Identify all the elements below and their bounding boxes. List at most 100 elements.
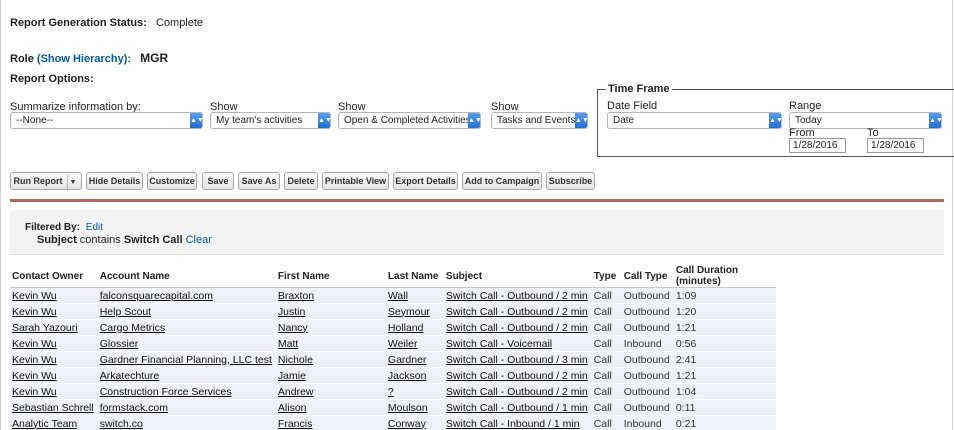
cell-contact-owner[interactable]: Analytic Team <box>10 415 98 430</box>
to-date-input[interactable]: 1/28/2016 <box>867 138 924 153</box>
from-date-input[interactable]: 1/28/2016 <box>789 138 846 153</box>
cell-contact-owner[interactable]: Sarah Yazouri <box>10 319 98 336</box>
run-report-button[interactable]: Run Report ▼ <box>10 172 82 191</box>
cell-call-type: Outbound <box>621 287 674 304</box>
cell-account-name[interactable]: Gardner Financial Planning, LLC test <box>97 351 276 368</box>
cell-account-name[interactable]: switch.co <box>97 415 276 430</box>
cell-subject[interactable]: Switch Call - Voicemail <box>443 335 592 352</box>
chevron-updown-icon: ▲▼ <box>318 113 332 128</box>
cell-last-name[interactable]: ? <box>385 383 444 400</box>
col-contact-owner[interactable]: Contact Owner <box>10 265 98 288</box>
cell-last-name[interactable]: Weiler <box>385 335 444 352</box>
cell-account-name[interactable]: Glossier <box>97 335 276 352</box>
col-last-name[interactable]: Last Name <box>385 265 444 288</box>
show-type-select[interactable]: Tasks and Events ▲▼ <box>491 112 589 129</box>
report-status: Report Generation Status: Complete <box>10 17 203 29</box>
chevron-down-icon[interactable]: ▼ <box>66 175 79 191</box>
hide-details-button[interactable]: Hide Details <box>86 172 143 190</box>
time-frame-group: Time Frame Date Field Date ▲▼ Range Toda… <box>597 83 954 157</box>
cell-call-type: Outbound <box>621 399 674 416</box>
edit-filter-link[interactable]: Edit <box>86 222 103 233</box>
cell-last-name[interactable]: Seymour <box>385 303 444 320</box>
cell-last-name[interactable]: Conway <box>385 415 444 430</box>
cell-type: Call <box>591 319 622 336</box>
cell-call-duration: 1:21 <box>673 367 776 384</box>
customize-button[interactable]: Customize <box>147 172 197 190</box>
show-activities-select[interactable]: My team's activities ▲▼ <box>210 112 332 129</box>
subscribe-button[interactable]: Subscribe <box>546 172 595 190</box>
cell-account-name[interactable]: formstack.com <box>97 399 276 416</box>
cell-first-name[interactable]: Francis <box>275 415 386 430</box>
cell-subject[interactable]: Switch Call - Outbound / 2 min <box>443 383 592 400</box>
status-label: Report Generation Status: <box>10 17 147 29</box>
show-status-select[interactable]: Open & Completed Activities ▲▼ <box>338 112 482 129</box>
cell-contact-owner[interactable]: Kevin Wu <box>10 367 98 384</box>
col-call-duration[interactable]: Call Duration (minutes) <box>673 265 776 288</box>
cell-subject[interactable]: Switch Call - Outbound / 2 min <box>443 303 592 320</box>
cell-contact-owner[interactable]: Kevin Wu <box>10 303 98 320</box>
save-button[interactable]: Save <box>202 172 234 190</box>
cell-subject[interactable]: Switch Call - Outbound / 1 min <box>443 399 592 416</box>
show-hierarchy-link[interactable]: (Show Hierarchy): <box>37 53 131 65</box>
cell-account-name[interactable]: Help Scout <box>97 303 276 320</box>
cell-subject[interactable]: Switch Call - Outbound / 3 min <box>443 351 592 368</box>
cell-first-name[interactable]: Andrew <box>275 383 386 400</box>
report-options-label: Report Options: <box>10 73 94 85</box>
cell-contact-owner[interactable]: Kevin Wu <box>10 335 98 352</box>
cell-first-name[interactable]: Jamie <box>275 367 386 384</box>
cell-first-name[interactable]: Matt <box>275 335 386 352</box>
report-table: Contact Owner Account Name First Name La… <box>10 265 776 430</box>
show-type-value: Tasks and Events <box>497 115 576 126</box>
cell-account-name[interactable]: falconsquarecapital.com <box>97 287 276 304</box>
cell-account-name[interactable]: Construction Force Services <box>97 383 276 400</box>
col-subject[interactable]: Subject <box>443 265 592 288</box>
cell-type: Call <box>591 415 622 430</box>
col-account-name[interactable]: Account Name <box>97 265 276 288</box>
cell-last-name[interactable]: Holland <box>385 319 444 336</box>
cell-contact-owner[interactable]: Kevin Wu <box>10 287 98 304</box>
cell-first-name[interactable]: Nichole <box>275 351 386 368</box>
cell-first-name[interactable]: Justin <box>275 303 386 320</box>
chevron-updown-icon: ▲▼ <box>769 113 783 128</box>
add-to-campaign-button[interactable]: Add to Campaign <box>462 172 542 190</box>
cell-subject[interactable]: Switch Call - Inbound / 1 min <box>443 415 592 430</box>
show-status-value: Open & Completed Activities <box>344 115 471 126</box>
cell-subject[interactable]: Switch Call - Outbound / 2 min <box>443 319 592 336</box>
cell-last-name[interactable]: Moulson <box>385 399 444 416</box>
cell-last-name[interactable]: Wall <box>385 287 444 304</box>
col-type[interactable]: Type <box>591 265 622 288</box>
summarize-select[interactable]: --None-- ▲▼ <box>10 112 204 129</box>
filter-operator: contains <box>79 234 121 246</box>
cell-contact-owner[interactable]: Kevin Wu <box>10 351 98 368</box>
table-row: Kevin Wu Help Scout Justin Seymour Switch Ca… <box>10 303 776 320</box>
date-field-label: Date Field <box>607 100 658 112</box>
cell-account-name[interactable]: Cargo Metrics <box>97 319 276 336</box>
cell-contact-owner[interactable]: Kevin Wu <box>10 383 98 400</box>
chevron-updown-icon: ▲▼ <box>190 113 204 128</box>
date-field-value: Date <box>613 115 635 126</box>
cell-first-name[interactable]: Alison <box>275 399 386 416</box>
cell-first-name[interactable]: Nancy <box>275 319 386 336</box>
cell-call-duration: 0:21 <box>673 415 776 430</box>
cell-contact-owner[interactable]: Sebastian Schrell <box>10 399 98 416</box>
table-body: Kevin Wu falconsquarecapital.com Braxton Wa… <box>10 287 776 430</box>
cell-first-name[interactable]: Braxton <box>275 287 386 304</box>
status-value: Complete <box>155 17 204 29</box>
cell-last-name[interactable]: Gardner <box>385 351 444 368</box>
cell-subject[interactable]: Switch Call - Outbound / 2 min <box>443 287 592 304</box>
cell-last-name[interactable]: Jackson <box>385 367 444 384</box>
printable-view-button[interactable]: Printable View <box>322 172 389 190</box>
chevron-updown-icon: ▲▼ <box>575 113 589 128</box>
col-call-type[interactable]: Call Type <box>621 265 674 288</box>
delete-button[interactable]: Delete <box>284 172 318 190</box>
clear-filter-link[interactable]: Clear <box>186 234 212 246</box>
save-as-button[interactable]: Save As <box>238 172 280 190</box>
section-divider <box>10 199 944 202</box>
cell-account-name[interactable]: Arkatechture <box>97 367 276 384</box>
cell-type: Call <box>591 367 622 384</box>
cell-call-duration: 0:56 <box>673 335 776 352</box>
col-first-name[interactable]: First Name <box>275 265 386 288</box>
date-field-select[interactable]: Date ▲▼ <box>607 112 783 129</box>
export-details-button[interactable]: Export Details <box>393 172 458 190</box>
cell-subject[interactable]: Switch Call - Outbound / 2 min <box>443 367 592 384</box>
